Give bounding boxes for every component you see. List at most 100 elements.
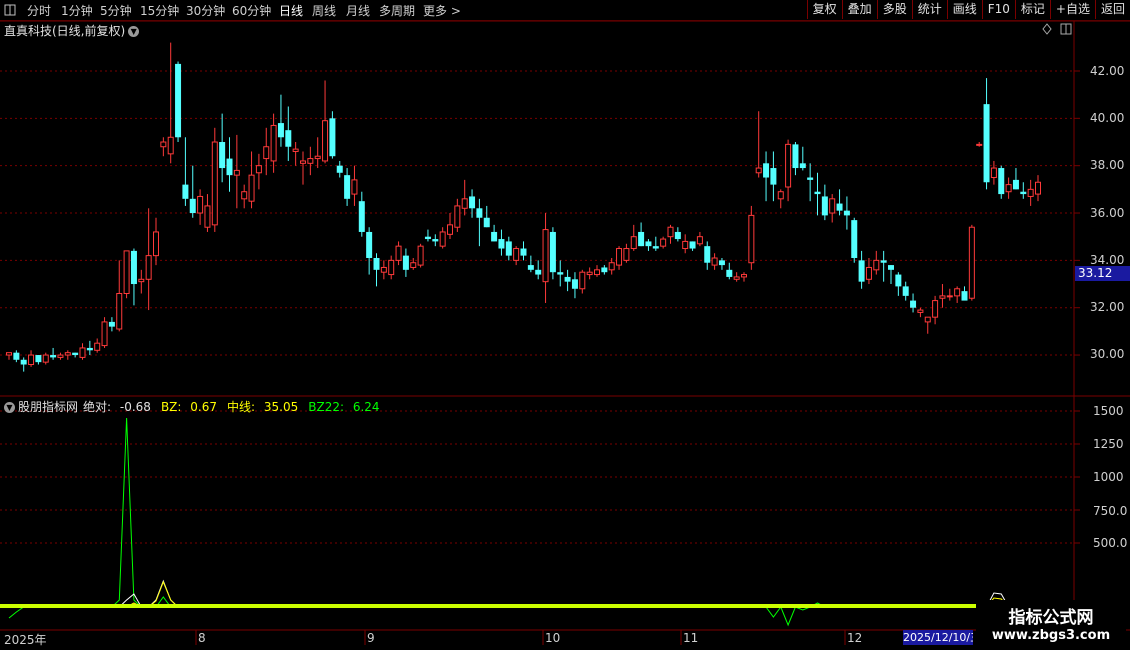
indicator-axis-label: 750.0 bbox=[1093, 504, 1128, 518]
diamond-icon[interactable] bbox=[1042, 23, 1052, 35]
candle-body bbox=[153, 231, 159, 257]
candle-body bbox=[1035, 181, 1041, 195]
indicator-axis-label: 500.0 bbox=[1093, 536, 1128, 550]
candle-body bbox=[410, 262, 417, 268]
price-label: 30.00 bbox=[1090, 347, 1125, 361]
indicator-header: ▼ 股朋指标网 绝对: -0.68 BZ: 0.67 中线: 35.05 BZ22: 6.… bbox=[4, 398, 390, 415]
bz22-label: BZ22: 6.24 bbox=[308, 400, 380, 414]
candle-body bbox=[454, 205, 461, 228]
candle-body bbox=[86, 347, 93, 351]
candle-body bbox=[226, 158, 233, 176]
candle-body bbox=[888, 265, 894, 270]
candle-body bbox=[20, 359, 27, 365]
candle-body bbox=[858, 260, 865, 282]
candle-body bbox=[417, 245, 424, 266]
stock-title-text: 直真科技(日线,前复权) bbox=[4, 24, 126, 38]
candle-body bbox=[476, 208, 483, 218]
candle-body bbox=[116, 292, 123, 330]
indicator-line-green bbox=[8, 417, 1038, 627]
candle-body bbox=[204, 205, 211, 228]
candle-body bbox=[792, 144, 799, 169]
candle-body bbox=[1005, 184, 1012, 193]
candle-body bbox=[616, 248, 623, 266]
candle-body bbox=[380, 266, 387, 273]
candle-body bbox=[6, 352, 12, 356]
candle-body bbox=[836, 203, 843, 211]
candle-body bbox=[395, 245, 402, 261]
chevron-down-icon[interactable]: ▼ bbox=[128, 26, 140, 37]
time-label: 9 bbox=[367, 631, 375, 645]
candle-body bbox=[270, 124, 277, 162]
candle-body bbox=[961, 291, 968, 301]
indicator-line-yellow bbox=[9, 580, 1038, 608]
candle-body bbox=[1012, 179, 1019, 190]
candle-body bbox=[79, 347, 86, 358]
candle-body bbox=[101, 321, 108, 347]
candle-body bbox=[814, 191, 821, 195]
candle-body bbox=[322, 120, 329, 162]
candle-body bbox=[469, 196, 476, 209]
candle-body bbox=[571, 279, 578, 289]
candle-body bbox=[976, 143, 983, 146]
watermark-url: www.zbgs3.com bbox=[991, 628, 1111, 643]
watermark-title: 指标公式网 bbox=[1008, 608, 1094, 628]
candle-body bbox=[557, 272, 564, 275]
indicator-name: 股朋指标网 bbox=[18, 400, 79, 414]
candle-body bbox=[108, 321, 115, 327]
candle-body bbox=[402, 255, 409, 270]
candle-body bbox=[660, 238, 667, 247]
candle-body bbox=[167, 136, 174, 155]
panel-toggle-icon[interactable] bbox=[1060, 23, 1072, 35]
price-label: 36.00 bbox=[1090, 206, 1125, 220]
candle-body bbox=[990, 167, 997, 179]
candle-body bbox=[946, 295, 953, 298]
candle-body bbox=[910, 300, 917, 308]
candle-body bbox=[233, 169, 240, 176]
candle-body bbox=[329, 118, 336, 157]
candle-body bbox=[726, 269, 733, 277]
bz-label: BZ: 0.67 bbox=[160, 400, 217, 414]
candle-body bbox=[902, 286, 909, 296]
candle-body bbox=[505, 241, 512, 256]
candle-body bbox=[645, 241, 652, 247]
candle-body bbox=[130, 250, 137, 285]
candle-body bbox=[924, 316, 931, 323]
indicator-grid bbox=[0, 410, 1080, 544]
candle-body bbox=[160, 141, 167, 148]
time-ticks bbox=[195, 630, 846, 645]
candle-body bbox=[447, 224, 453, 235]
candle-body bbox=[439, 231, 446, 247]
kline-chart[interactable] bbox=[0, 0, 1130, 650]
price-label: 34.00 bbox=[1090, 253, 1125, 267]
indicator-axis-label: 1000 bbox=[1093, 470, 1124, 484]
candle-body bbox=[13, 352, 20, 360]
candle-body bbox=[799, 163, 806, 169]
candle-body bbox=[594, 269, 600, 276]
candle-body bbox=[763, 163, 770, 178]
candle-body bbox=[255, 165, 262, 174]
candle-body bbox=[219, 142, 226, 169]
candle-body bbox=[704, 246, 711, 263]
price-label: 32.00 bbox=[1090, 300, 1125, 314]
time-label: 10 bbox=[545, 631, 561, 645]
candle-body bbox=[138, 278, 145, 283]
candle-body bbox=[873, 259, 880, 271]
abs-label: 绝对: -0.68 bbox=[83, 400, 151, 414]
candle-body bbox=[843, 210, 850, 216]
candle-body bbox=[829, 198, 836, 214]
indicator-lines bbox=[0, 417, 1074, 627]
candle-body bbox=[300, 160, 306, 164]
candle-body bbox=[998, 168, 1005, 195]
candle-body bbox=[682, 240, 689, 250]
candle-body bbox=[711, 257, 718, 266]
candle-body bbox=[292, 148, 299, 152]
candle-body bbox=[785, 143, 792, 188]
candle-body bbox=[718, 260, 725, 266]
chevron-down-icon[interactable]: ▼ bbox=[4, 402, 15, 413]
candle-body bbox=[432, 239, 439, 242]
indicator-line-white bbox=[8, 579, 1038, 608]
candle-body bbox=[630, 236, 637, 250]
candle-body bbox=[983, 104, 990, 183]
candle-body bbox=[175, 63, 182, 138]
candle-body bbox=[895, 274, 902, 287]
